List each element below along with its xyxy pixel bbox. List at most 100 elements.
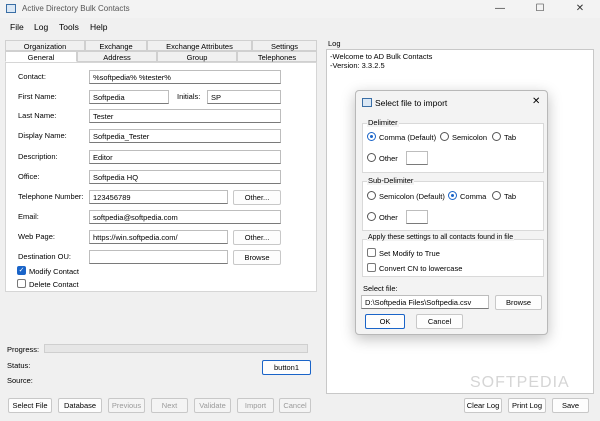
last-name-field[interactable]: Tester [89, 109, 281, 123]
status-label: Status: [7, 361, 31, 370]
subdelimiter-semicolon-radio[interactable] [367, 191, 376, 200]
modify-contact-label: Modify Contact [29, 267, 80, 276]
log-title: Log [328, 39, 341, 48]
previous-button[interactable]: Previous [108, 398, 145, 413]
subdelimiter-comma-label: Comma [460, 192, 487, 201]
tab-general[interactable]: General [5, 51, 77, 62]
dialog-browse-button[interactable]: Browse [495, 295, 542, 310]
web-page-field[interactable]: https://win.softpedia.com/ [89, 230, 228, 244]
watermark: SOFTPEDIA [470, 374, 570, 391]
tab-settings[interactable]: Settings [252, 40, 317, 51]
dialog-cancel-button[interactable]: Cancel [416, 314, 463, 329]
initials-field[interactable]: SP [207, 90, 281, 104]
select-file-dialog: Select file to import ✕ Delimiter Comma … [355, 90, 548, 335]
last-name-label: Last Name: [18, 111, 57, 120]
select-file-label: Select file: [363, 284, 398, 293]
dialog-close-button[interactable]: ✕ [532, 96, 540, 107]
subdelimiter-other-field[interactable] [406, 210, 428, 224]
menu-help[interactable]: Help [90, 22, 107, 32]
database-button[interactable]: Database [58, 398, 102, 413]
telephone-other-button[interactable]: Other... [233, 190, 281, 205]
subdelimiter-comma-radio[interactable] [448, 191, 457, 200]
delimiter-semicolon-radio[interactable] [440, 132, 449, 141]
email-field[interactable]: softpedia@softpedia.com [89, 210, 281, 224]
delimiter-tab-radio[interactable] [492, 132, 501, 141]
subdelimiter-other-radio[interactable] [367, 212, 376, 221]
web-page-label: Web Page: [18, 232, 55, 241]
description-label: Description: [18, 152, 58, 161]
contact-field[interactable]: %softpedia% %tester% [89, 70, 281, 84]
validate-button[interactable]: Validate [194, 398, 231, 413]
delimiter-tab-label: Tab [504, 133, 517, 142]
button1[interactable]: button1 [262, 360, 311, 375]
dialog-title: Select file to import [375, 98, 448, 108]
save-button[interactable]: Save [552, 398, 589, 413]
maximize-button[interactable]: ☐ [520, 0, 560, 18]
tab-organization[interactable]: Organization [5, 40, 85, 51]
menu-bar: File Log Tools Help [0, 19, 600, 35]
office-field[interactable]: Softpedia HQ [89, 170, 281, 184]
telephone-field[interactable]: 123456789 [89, 190, 228, 204]
progress-label: Progress: [7, 345, 40, 354]
tab-exchange-attributes[interactable]: Exchange Attributes [147, 40, 252, 51]
subdelimiter-tab-label: Tab [504, 192, 517, 201]
tab-strip: Organization Exchange Exchange Attribute… [5, 40, 317, 63]
minimize-button[interactable]: — [480, 0, 520, 18]
tab-telephones[interactable]: Telephones [237, 51, 317, 62]
first-name-label: First Name: [18, 92, 57, 101]
delete-contact-checkbox[interactable] [17, 279, 26, 288]
next-button[interactable]: Next [151, 398, 188, 413]
menu-file[interactable]: File [10, 22, 24, 32]
select-file-button[interactable]: Select File [8, 398, 52, 413]
tab-address[interactable]: Address [77, 51, 157, 62]
delimiter-comma-radio[interactable] [367, 132, 376, 141]
import-button[interactable]: Import [237, 398, 274, 413]
tab-group[interactable]: Group [157, 51, 237, 62]
dialog-icon [362, 98, 372, 107]
subdelimiter-other-label: Other [379, 213, 398, 222]
dialog-ok-button[interactable]: OK [365, 314, 405, 329]
cancel-button[interactable]: Cancel [279, 398, 311, 413]
convert-cn-label: Convert CN to lowercase [379, 264, 463, 273]
destination-ou-browse-button[interactable]: Browse [233, 250, 281, 265]
close-window-button[interactable]: ✕ [560, 0, 600, 18]
delete-contact-label: Delete Contact [29, 280, 79, 289]
subdelimiter-tab-radio[interactable] [492, 191, 501, 200]
first-name-field[interactable]: Softpedia [89, 90, 169, 104]
telephone-label: Telephone Number: [18, 192, 84, 201]
web-page-other-button[interactable]: Other... [233, 230, 281, 245]
email-label: Email: [18, 212, 39, 221]
window-title: Active Directory Bulk Contacts [22, 4, 130, 13]
delimiter-other-field[interactable] [406, 151, 428, 165]
description-field[interactable]: Editor [89, 150, 281, 164]
app-icon [6, 4, 16, 13]
tab-exchange[interactable]: Exchange [85, 40, 147, 51]
destination-ou-label: Destination OU: [18, 252, 71, 261]
delimiter-other-label: Other [379, 154, 398, 163]
delimiter-comma-label: Comma (Default) [379, 133, 437, 142]
set-modify-checkbox[interactable] [367, 248, 376, 257]
subdelimiter-group [362, 181, 544, 231]
delimiter-title: Delimiter [367, 118, 399, 127]
set-modify-label: Set Modify to True [379, 249, 440, 258]
menu-log[interactable]: Log [34, 22, 48, 32]
source-label: Source: [7, 376, 33, 385]
display-name-label: Display Name: [18, 131, 67, 140]
log-line: -Version: 3.3.2.5 [330, 61, 385, 70]
print-log-button[interactable]: Print Log [508, 398, 546, 413]
log-line: -Welcome to AD Bulk Contacts [330, 52, 433, 61]
delimiter-semicolon-label: Semicolon [452, 133, 488, 142]
destination-ou-field[interactable] [89, 250, 228, 264]
menu-tools[interactable]: Tools [59, 22, 79, 32]
delimiter-group [362, 123, 544, 173]
modify-contact-checkbox[interactable]: ✓ [17, 266, 26, 275]
progress-bar [44, 344, 308, 353]
initials-label: Initials: [177, 92, 201, 101]
delimiter-other-radio[interactable] [367, 153, 376, 162]
convert-cn-checkbox[interactable] [367, 263, 376, 272]
clear-log-button[interactable]: Clear Log [464, 398, 502, 413]
display-name-field[interactable]: Softpedia_Tester [89, 129, 281, 143]
title-bar: Active Directory Bulk Contacts — ☐ ✕ [0, 0, 600, 18]
contact-label: Contact: [18, 72, 46, 81]
file-path-field[interactable]: D:\Softpedia Files\Softpedia.csv [361, 295, 489, 309]
